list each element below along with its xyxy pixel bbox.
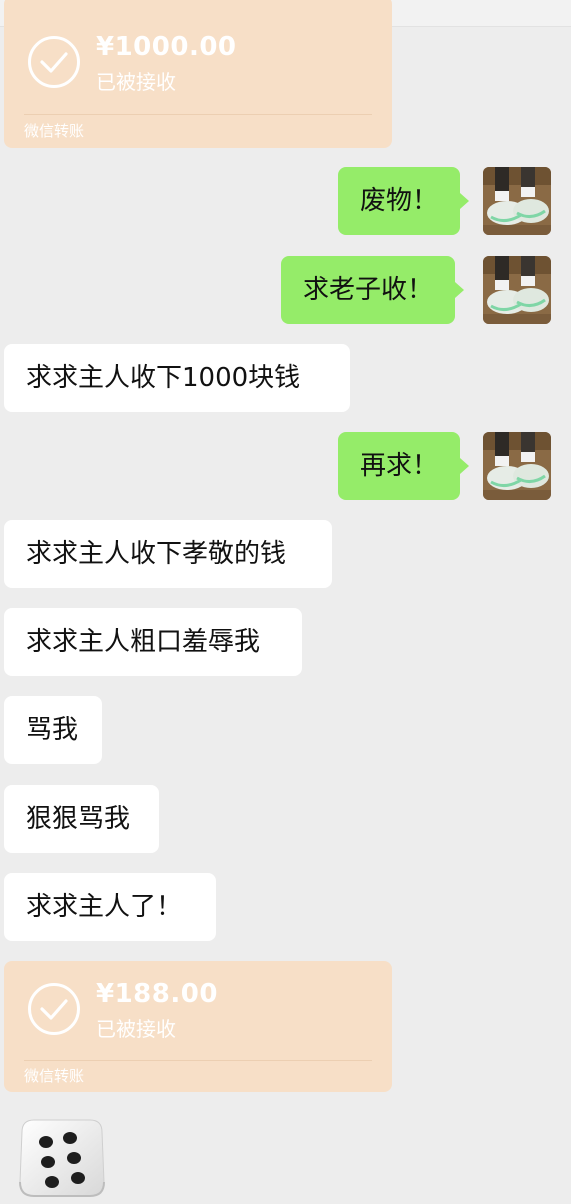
transfer-amount: ¥188.00 <box>96 979 218 1009</box>
transfer-footer: 微信转账 <box>24 1067 85 1085</box>
transfer-card[interactable]: ¥1000.00 已被接收 微信转账 <box>4 0 392 148</box>
transfer-status: 已被接收 <box>96 1017 176 1041</box>
transfer-card[interactable]: ¥188.00 已被接收 微信转账 <box>4 961 392 1092</box>
message-bubble-other[interactable]: 求求主人粗口羞辱我 <box>4 608 302 676</box>
dice-icon[interactable] <box>12 1112 112 1200</box>
avatar[interactable] <box>483 432 551 500</box>
transfer-status: 已被接收 <box>96 70 176 94</box>
message-bubble-self[interactable]: 再求！ <box>338 432 470 500</box>
message-bubble-other[interactable]: 求求主人了！ <box>4 873 216 941</box>
check-circle-icon <box>28 36 80 88</box>
transfer-amount: ¥1000.00 <box>96 32 237 62</box>
message-bubble-self[interactable]: 废物！ <box>338 167 470 235</box>
message-bubble-other[interactable]: 求求主人收下孝敬的钱 <box>4 520 332 588</box>
transfer-footer: 微信转账 <box>24 122 85 140</box>
avatar[interactable] <box>483 167 551 235</box>
message-bubble-self[interactable]: 求老子收！ <box>281 256 465 324</box>
message-bubble-other[interactable]: 骂我 <box>4 696 102 764</box>
message-bubble-other[interactable]: 求求主人收下1000块钱 <box>4 344 350 412</box>
avatar[interactable] <box>483 256 551 324</box>
transfer-divider <box>24 1060 372 1061</box>
transfer-divider <box>24 114 372 115</box>
message-bubble-other[interactable]: 狠狠骂我 <box>4 785 159 853</box>
check-circle-icon <box>28 983 80 1035</box>
